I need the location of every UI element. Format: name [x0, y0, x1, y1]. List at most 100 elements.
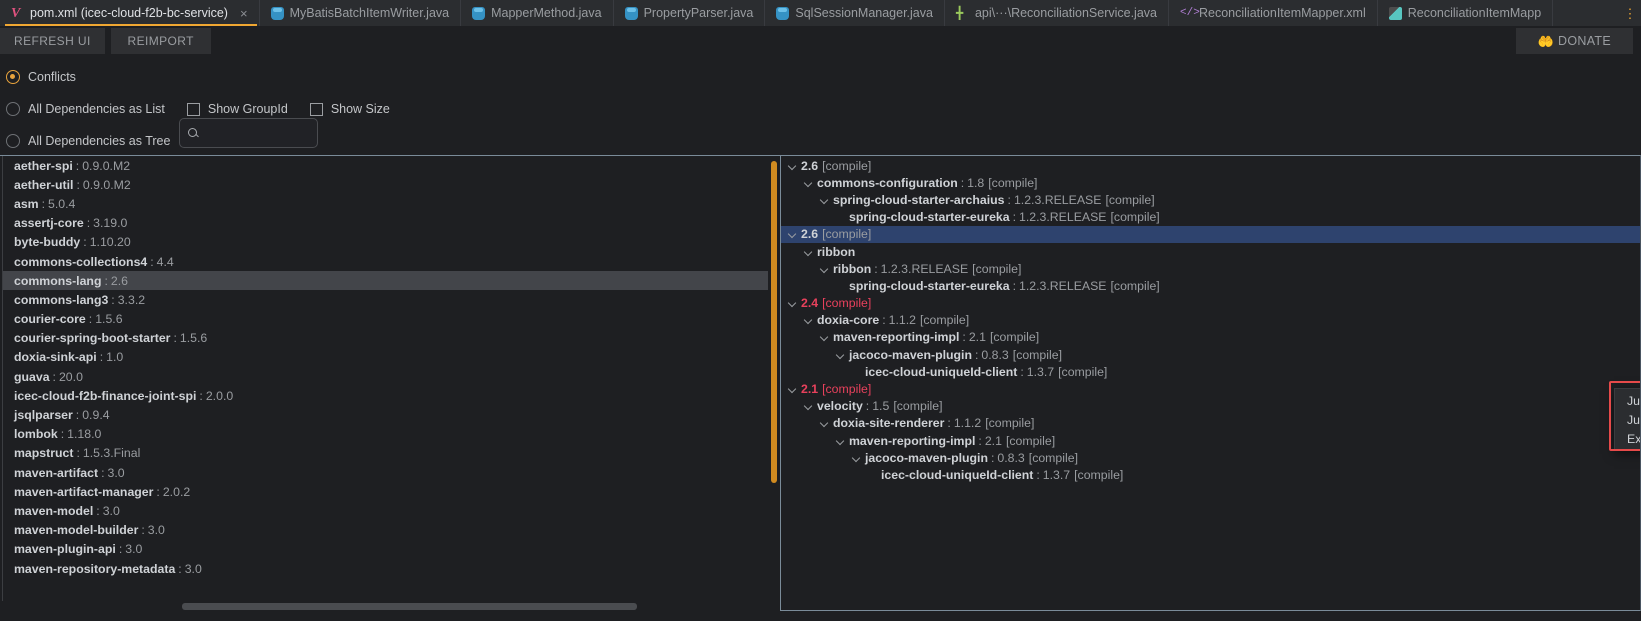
reimport-button[interactable]: REIMPORT — [110, 28, 211, 54]
dependency-list-item[interactable]: courier-core:1.5.6 — [3, 310, 768, 329]
dependency-list-horizontal-scrollbar-track[interactable] — [0, 601, 780, 611]
editor-tab-0[interactable]: Vpom.xml (icec-cloud-f2b-bc-service) × — [0, 0, 260, 26]
dependency-list-item[interactable]: maven-model:3.0 — [3, 501, 768, 520]
dependency-list-item[interactable]: assertj-core:3.19.0 — [3, 214, 768, 233]
dependency-list-item[interactable]: icec-cloud-f2b-finance-joint-spi:2.0.0 — [3, 386, 768, 405]
xml-file-icon: V — [11, 5, 21, 21]
dependency-list-item[interactable]: guava:20.0 — [3, 367, 768, 386]
dependency-tree-node[interactable]: jacoco-maven-plugin:0.8.3 [compile] — [781, 346, 1640, 363]
dependency-list-item[interactable]: doxia-sink-api:1.0 — [3, 348, 768, 367]
dependency-tree-node[interactable]: ribbon — [781, 243, 1640, 260]
checkbox-show-size[interactable]: Show Size — [309, 102, 390, 116]
editor-tab-2[interactable]: MapperMethod.java — [461, 0, 614, 26]
dependency-tree-node[interactable]: jacoco-maven-plugin:0.8.3 [compile] — [781, 449, 1640, 466]
dependency-version: 3.0 — [147, 523, 165, 538]
dependency-list-item[interactable]: jsqlparser:0.9.4 — [3, 405, 768, 424]
chevron-down-icon[interactable] — [787, 229, 798, 240]
editor-tab-4[interactable]: SqlSessionManager.java — [765, 0, 945, 26]
dependency-tree-node[interactable]: commons-configuration:1.8 [compile] — [781, 174, 1640, 191]
dependency-tree-node[interactable]: spring-cloud-starter-eureka:1.2.3.RELEAS… — [781, 277, 1640, 294]
chevron-down-icon[interactable] — [803, 246, 814, 257]
dependency-list-item[interactable]: byte-buddy:1.10.20 — [3, 233, 768, 252]
radio-conflicts[interactable]: Conflicts — [6, 70, 76, 84]
dependency-tree-node[interactable]: maven-reporting-impl:2.1 [compile] — [781, 329, 1640, 346]
chevron-down-icon[interactable] — [787, 384, 798, 395]
editor-tab-1[interactable]: MyBatisBatchItemWriter.java — [260, 0, 462, 26]
tree-node-version: 1.1.2 — [953, 416, 982, 431]
dependency-list-item[interactable]: maven-artifact:3.0 — [3, 463, 768, 482]
editor-tab-5[interactable]: ╋ api\···\ReconciliationService.java — [945, 0, 1169, 26]
dependency-tree-node[interactable]: spring-cloud-starter-archaius:1.2.3.RELE… — [781, 191, 1640, 208]
tree-node-artifact-id: 2.6 — [801, 158, 819, 173]
search-box[interactable] — [179, 118, 318, 148]
tree-node-spacer — [851, 366, 862, 377]
java-class-icon — [624, 6, 638, 20]
dependency-tree-node[interactable]: icec-cloud-uniqueId-client:1.3.7 [compile… — [781, 466, 1640, 483]
radio-all-dependencies-as-tree[interactable]: All Dependencies as Tree — [6, 134, 170, 148]
dependency-list-item[interactable]: maven-artifact-manager:2.0.2 — [3, 482, 768, 501]
dependency-tree[interactable]: 2.6 [compile] commons-configuration:1.8 [co… — [781, 156, 1640, 610]
dependency-list-horizontal-scrollbar-thumb[interactable] — [182, 603, 637, 610]
chevron-down-icon[interactable] — [819, 418, 830, 429]
tab-overflow-menu-icon[interactable]: ⋮ — [1619, 0, 1641, 26]
tree-node-scope: [compile] — [988, 175, 1038, 190]
radio-all-dependencies-as-list[interactable]: All Dependencies as List — [6, 102, 165, 116]
dependency-list-item[interactable]: lombok:1.18.0 — [3, 425, 768, 444]
chevron-down-icon[interactable] — [851, 452, 862, 463]
tree-node-separator: : — [1007, 192, 1011, 207]
editor-tab-3[interactable]: PropertyParser.java — [614, 0, 766, 26]
dependency-list-item[interactable]: aether-util:0.9.0.M2 — [3, 175, 768, 194]
checkbox-show-groupid[interactable]: Show GroupId — [186, 102, 288, 116]
dependency-list[interactable]: aether-spi:0.9.0.M2 aether-util:0.9.0.M2 a… — [2, 156, 768, 601]
dependency-tree-node[interactable]: spring-cloud-starter-eureka:1.2.3.RELEAS… — [781, 209, 1640, 226]
chevron-down-icon[interactable] — [803, 315, 814, 326]
chevron-down-icon[interactable] — [819, 263, 830, 274]
dependency-list-item[interactable]: asm:5.0.4 — [3, 194, 768, 213]
chevron-down-icon[interactable] — [803, 177, 814, 188]
dependency-tree-node[interactable]: 2.1 [compile] — [781, 380, 1640, 397]
tree-node-artifact-id: 2.1 — [801, 382, 819, 397]
tree-node-separator: : — [1012, 278, 1017, 293]
dependency-list-item[interactable]: maven-model-builder:3.0 — [3, 521, 768, 540]
dependency-tree-node[interactable]: 2.6 [compile] — [781, 157, 1640, 174]
tree-node-separator: : — [874, 261, 878, 276]
refresh-ui-button[interactable]: REFRESH UI — [0, 28, 105, 54]
chevron-down-icon[interactable] — [787, 160, 798, 171]
dependency-tree-node[interactable]: doxia-core:1.1.2 [compile] — [781, 312, 1640, 329]
dependency-tree-node[interactable]: 2.6 [compile] — [781, 225, 1640, 243]
chevron-down-icon[interactable] — [819, 332, 830, 343]
dependency-tree-node[interactable]: maven-reporting-impl:2.1 [compile] — [781, 432, 1640, 449]
dependency-tree-node[interactable]: ribbon:1.2.3.RELEASE [compile] — [781, 260, 1640, 277]
dependency-list-vertical-scrollbar[interactable] — [771, 161, 777, 483]
chevron-down-icon[interactable] — [819, 194, 830, 205]
chevron-down-icon[interactable] — [835, 435, 846, 446]
dependency-list-item[interactable]: maven-plugin-api:3.0 — [3, 540, 768, 559]
dependency-list-item[interactable]: mapstruct:1.5.3.Final — [3, 444, 768, 463]
search-input[interactable] — [204, 126, 309, 140]
dependency-tree-node[interactable]: 2.4 [compile] — [781, 295, 1640, 312]
dependency-list-item[interactable]: commons-lang:2.6 — [3, 271, 768, 291]
donate-button[interactable]: 🤲 DONATE — [1515, 28, 1633, 54]
editor-tab-6[interactable]: </> ReconciliationItemMapper.xml — [1169, 0, 1378, 26]
dependency-tree-node[interactable]: doxia-site-renderer:1.1.2 [compile] — [781, 415, 1640, 432]
dependency-list-item[interactable]: courier-spring-boot-starter:1.5.6 — [3, 329, 768, 348]
dependency-artifact-id: maven-artifact — [14, 465, 99, 480]
dependency-version: 1.5.6 — [95, 312, 123, 327]
chevron-down-icon[interactable] — [787, 298, 798, 309]
dependency-tree-node[interactable]: icec-cloud-uniqueId-client:1.3.7 [compile… — [781, 363, 1640, 380]
dependency-version: 5.0.4 — [48, 196, 76, 211]
close-icon[interactable]: × — [240, 7, 248, 20]
chevron-down-icon[interactable] — [835, 349, 846, 360]
context-menu-item[interactable]: Jump to Source [F4] — [1615, 410, 1640, 429]
dependency-list-item[interactable]: commons-lang3:3.3.2 — [3, 290, 768, 309]
dependency-list-item[interactable]: maven-repository-metadata:3.0 — [3, 559, 768, 578]
dependency-version: 2.0.0 — [205, 388, 234, 403]
editor-tab-7[interactable]: ReconciliationItemMapp — [1378, 0, 1554, 26]
dependency-list-item[interactable]: aether-spi:0.9.0.M2 — [3, 156, 768, 175]
chevron-down-icon[interactable] — [803, 401, 814, 412]
context-menu-item[interactable]: Exclude — [1615, 429, 1640, 448]
dependency-list-item[interactable]: commons-collections4:4.4 — [3, 252, 768, 271]
dependency-tree-node[interactable]: velocity:1.5 [compile] — [781, 398, 1640, 415]
context-menu-item[interactable]: Jump to Left Tree — [1615, 391, 1640, 410]
dependency-separator: : — [101, 465, 105, 480]
